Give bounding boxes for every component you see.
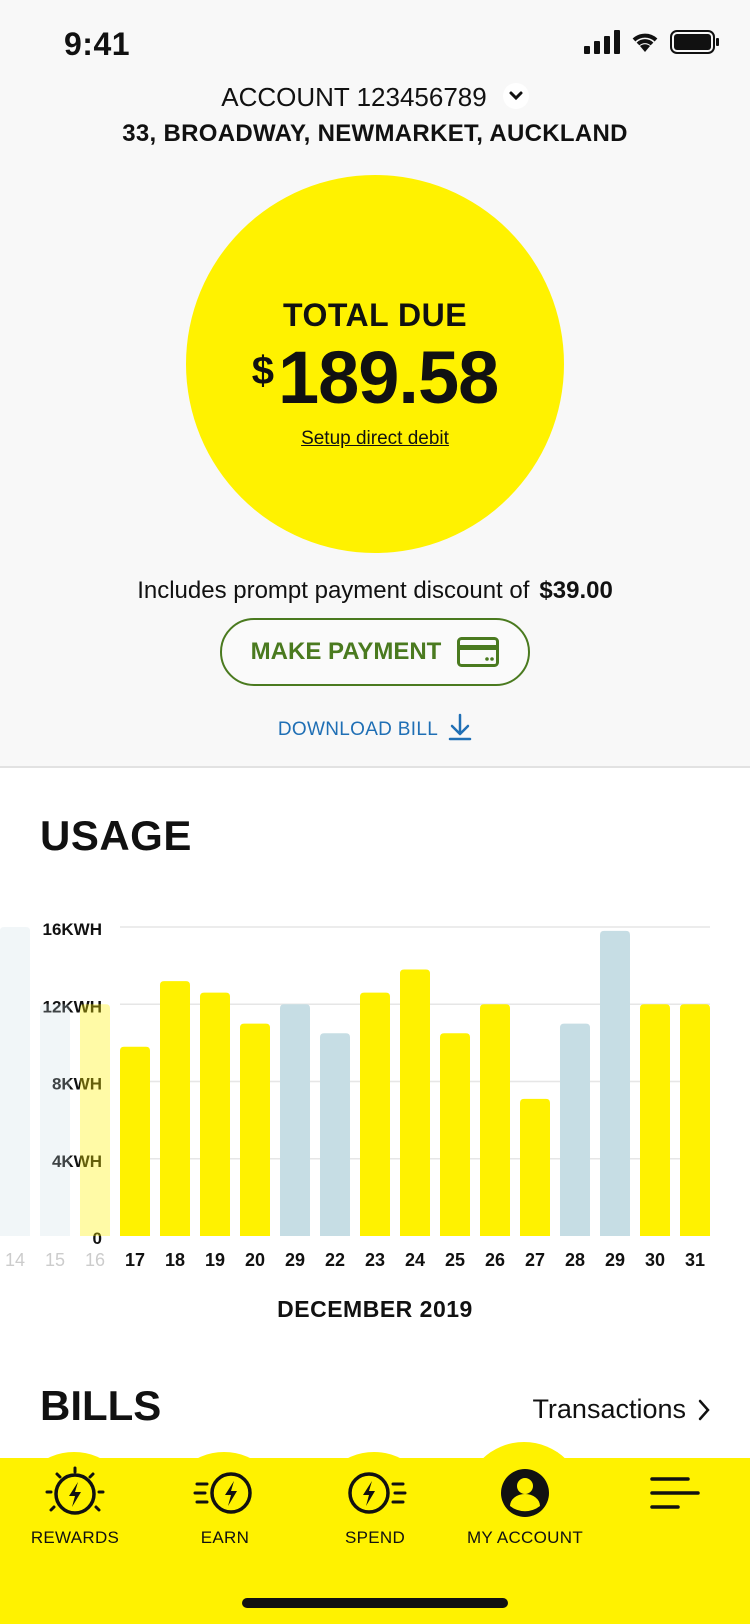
bill-summary-panel: 9:41 ACCOUNT 123456789 33, BROADWAY, NEW…: [0, 0, 750, 768]
bills-heading: BILLS: [40, 1382, 162, 1429]
chevron-down-icon[interactable]: [502, 83, 529, 110]
home-indicator: [242, 1598, 508, 1608]
nav-spend[interactable]: SPEND: [300, 1466, 450, 1548]
usage-heading: USAGE: [40, 812, 192, 859]
nav-spend-label: SPEND: [344, 1528, 406, 1547]
chevron-right-icon: [698, 1399, 710, 1420]
chart-bar[interactable]: [360, 992, 390, 1236]
chart-bar[interactable]: [480, 1004, 510, 1236]
x-tick-label: 23: [365, 1250, 385, 1270]
rewards-icon: [45, 1466, 105, 1515]
status-bar: 9:41: [0, 0, 750, 90]
discount-text: Includes prompt payment discount of: [137, 577, 530, 604]
transactions-label: Transactions: [532, 1394, 686, 1424]
x-tick-label: 22: [325, 1250, 345, 1270]
amount-value: 189.58: [277, 336, 499, 419]
chart-bar[interactable]: [40, 1004, 70, 1236]
account-number: ACCOUNT 123456789: [221, 82, 487, 112]
account-address: 33, BROADWAY, NEWMARKET, AUCKLAND: [122, 120, 628, 147]
total-due-label: TOTAL DUE: [282, 297, 468, 333]
download-icon: [448, 713, 472, 741]
chart-bar[interactable]: [0, 927, 30, 1236]
nav-rewards-label: REWARDS: [30, 1528, 120, 1547]
usage-bar-chart[interactable]: 04KWH8KWH12KWH16KWH14 15 16 17 18 19 20 29 22 23 2…: [0, 900, 750, 1280]
account-icon: [501, 1469, 549, 1517]
chart-bar[interactable]: [680, 1004, 710, 1236]
currency-symbol: $: [251, 349, 274, 393]
nav-my-account-label: MY ACCOUNT: [466, 1528, 584, 1547]
x-tick-label: 20: [245, 1250, 265, 1270]
setup-direct-debit-link[interactable]: Setup direct debit: [186, 428, 564, 450]
status-time: 9:41: [64, 26, 131, 62]
chart-bar[interactable]: [240, 1023, 270, 1236]
x-tick-label: 27: [525, 1250, 545, 1270]
chart-bar[interactable]: [80, 1004, 110, 1236]
x-tick-label: 25: [445, 1250, 465, 1270]
x-tick-label: 24: [405, 1250, 425, 1270]
discount-amount: $39.00: [539, 577, 613, 604]
earn-icon: [193, 1472, 252, 1514]
x-tick-label: 28: [565, 1250, 585, 1270]
chart-bar[interactable]: [560, 1023, 590, 1236]
chart-bar[interactable]: [120, 1046, 150, 1236]
total-due-amount: $189.58: [186, 335, 564, 420]
spend-icon: [348, 1472, 407, 1514]
nav-rewards[interactable]: REWARDS: [0, 1466, 150, 1548]
credit-card-icon: [457, 637, 500, 667]
chart-bar[interactable]: [600, 930, 630, 1236]
download-bill-label: DOWNLOAD BILL: [277, 719, 439, 741]
x-tick-label: 16: [85, 1250, 105, 1270]
x-tick-label: 18: [165, 1250, 185, 1270]
x-tick-label: 29: [605, 1250, 625, 1270]
chart-bar[interactable]: [400, 969, 430, 1236]
x-tick-label: 14: [5, 1250, 25, 1270]
x-tick-label: 15: [45, 1250, 65, 1270]
discount-note: Includes prompt payment discount of $39.0…: [0, 577, 750, 605]
x-tick-label: 29: [285, 1250, 305, 1270]
y-tick-label: 16KWH: [42, 920, 102, 939]
x-tick-label: 17: [125, 1250, 145, 1270]
status-icons: [584, 30, 720, 54]
chart-bar[interactable]: [160, 981, 190, 1236]
signal-icon: [584, 30, 620, 54]
x-tick-label: 19: [205, 1250, 225, 1270]
total-due-circle: TOTAL DUE $189.58 Setup direct debit: [186, 175, 564, 553]
menu-icon: [650, 1477, 700, 1509]
x-tick-label: 30: [645, 1250, 665, 1270]
x-tick-label: 26: [485, 1250, 505, 1270]
download-bill-link[interactable]: DOWNLOAD BILL: [0, 713, 750, 744]
chart-bar[interactable]: [440, 1033, 470, 1236]
make-payment-button[interactable]: MAKE PAYMENT: [220, 618, 530, 686]
transactions-link[interactable]: Transactions: [532, 1394, 710, 1425]
chart-bar[interactable]: [280, 1004, 310, 1236]
nav-menu[interactable]: [600, 1466, 750, 1520]
chart-bar[interactable]: [200, 992, 230, 1236]
nav-my-account[interactable]: MY ACCOUNT: [450, 1466, 600, 1548]
chart-bar[interactable]: [640, 1004, 670, 1236]
x-tick-label: 31: [685, 1250, 705, 1270]
wifi-icon: [632, 33, 658, 52]
account-selector[interactable]: ACCOUNT 123456789: [0, 82, 750, 113]
chart-month-label: DECEMBER 2019: [277, 1296, 473, 1322]
battery-icon: [670, 30, 719, 54]
nav-earn-label: EARN: [200, 1528, 250, 1547]
make-payment-label: MAKE PAYMENT: [250, 638, 442, 665]
nav-earn[interactable]: EARN: [150, 1466, 300, 1548]
chart-bar[interactable]: [520, 1098, 550, 1236]
chart-bar[interactable]: [320, 1033, 350, 1236]
